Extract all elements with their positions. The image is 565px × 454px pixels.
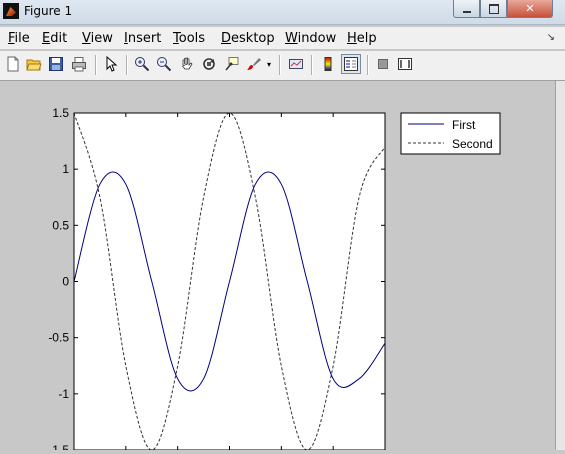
save-icon [49, 57, 63, 71]
y-tick-label: -1.5 [48, 443, 69, 450]
rotate-3d-button[interactable] [199, 54, 219, 74]
pan-hand-icon [181, 57, 193, 70]
brush-dropdown-icon[interactable]: ▾ [264, 54, 274, 74]
save-button[interactable] [46, 54, 66, 74]
toolbar-separator [311, 55, 313, 75]
minimize-icon [462, 10, 471, 13]
plot-svg: 1.5 1 0.5 0 -0.5 -1 -1.5 First Second [48, 106, 501, 454]
edit-plot-arrow-icon [106, 56, 118, 72]
menu-help[interactable]: Help [347, 31, 377, 46]
menu-overflow-icon[interactable]: ↘ [547, 32, 555, 43]
toolbar-separator [95, 55, 97, 75]
y-tick-label: 1.5 [52, 106, 69, 120]
zoom-out-icon [157, 57, 172, 72]
legend-label-second: Second [452, 137, 493, 151]
zoom-out-button[interactable] [154, 54, 174, 74]
link-plot-button[interactable] [286, 54, 306, 74]
maximize-icon [488, 3, 499, 14]
colorbar-button[interactable] [318, 54, 338, 74]
show-plot-tools-icon [398, 58, 412, 70]
show-plot-tools-button[interactable] [395, 54, 415, 74]
toolbar-separator [367, 55, 369, 75]
zoom-in-icon [135, 57, 150, 72]
print-icon [72, 57, 86, 72]
colorbar-icon [324, 57, 332, 71]
maximize-button[interactable] [480, 0, 507, 18]
y-tick-label: 1 [62, 162, 69, 176]
print-button[interactable] [69, 54, 89, 74]
edit-plot-button[interactable] [101, 54, 121, 74]
window-title: Figure 1 [24, 4, 73, 18]
y-tick-label: 0 [62, 275, 69, 289]
y-tick-label: -1 [58, 387, 69, 401]
menu-window[interactable]: Window [285, 31, 336, 46]
menu-insert[interactable]: Insert [124, 31, 161, 46]
rotate-3d-icon [203, 58, 215, 70]
menu-file[interactable]: File [8, 31, 30, 46]
new-figure-button[interactable] [3, 54, 23, 74]
open-file-button[interactable] [24, 54, 44, 74]
data-cursor-button[interactable] [222, 54, 242, 74]
legend-label-first: First [452, 118, 476, 132]
close-button[interactable]: ✕ [507, 0, 553, 18]
brush-button[interactable] [244, 54, 264, 74]
figure-toolbar: ▾ [0, 51, 565, 81]
menu-edit[interactable]: Edit [42, 31, 67, 46]
window-border-right [555, 81, 565, 450]
pan-button[interactable] [177, 54, 197, 74]
y-tick-label: -0.5 [48, 331, 69, 345]
menu-view[interactable]: View [82, 31, 113, 46]
hide-plot-tools-icon [378, 59, 388, 69]
menu-bar: File Edit View Insert Tools Desktop Wind… [0, 27, 565, 49]
new-figure-icon [7, 56, 19, 72]
brush-icon [247, 58, 261, 70]
legend-button[interactable] [341, 54, 361, 74]
open-file-icon [26, 59, 42, 71]
figure-canvas: 1.5 1 0.5 0 -0.5 -1 -1.5 First Second [0, 81, 555, 454]
menu-tools[interactable]: Tools [173, 31, 205, 46]
hide-plot-tools-button[interactable] [373, 54, 393, 74]
y-tick-label: 0.5 [52, 218, 69, 232]
legend-box[interactable]: First Second [400, 112, 501, 155]
figure-window: Figure 1 ✕ File Edit View Insert Tools D… [0, 0, 565, 454]
matlab-logo-icon[interactable] [3, 3, 19, 19]
data-cursor-icon [225, 57, 239, 71]
minimize-button[interactable] [453, 0, 480, 18]
title-bar[interactable]: Figure 1 ✕ [0, 0, 565, 25]
toolbar-separator [126, 55, 128, 75]
link-plot-icon [289, 59, 303, 69]
legend-icon [344, 57, 358, 71]
toolbar-separator [279, 55, 281, 75]
menu-desktop[interactable]: Desktop [221, 31, 275, 46]
zoom-in-button[interactable] [132, 54, 152, 74]
close-icon: ✕ [525, 2, 535, 15]
